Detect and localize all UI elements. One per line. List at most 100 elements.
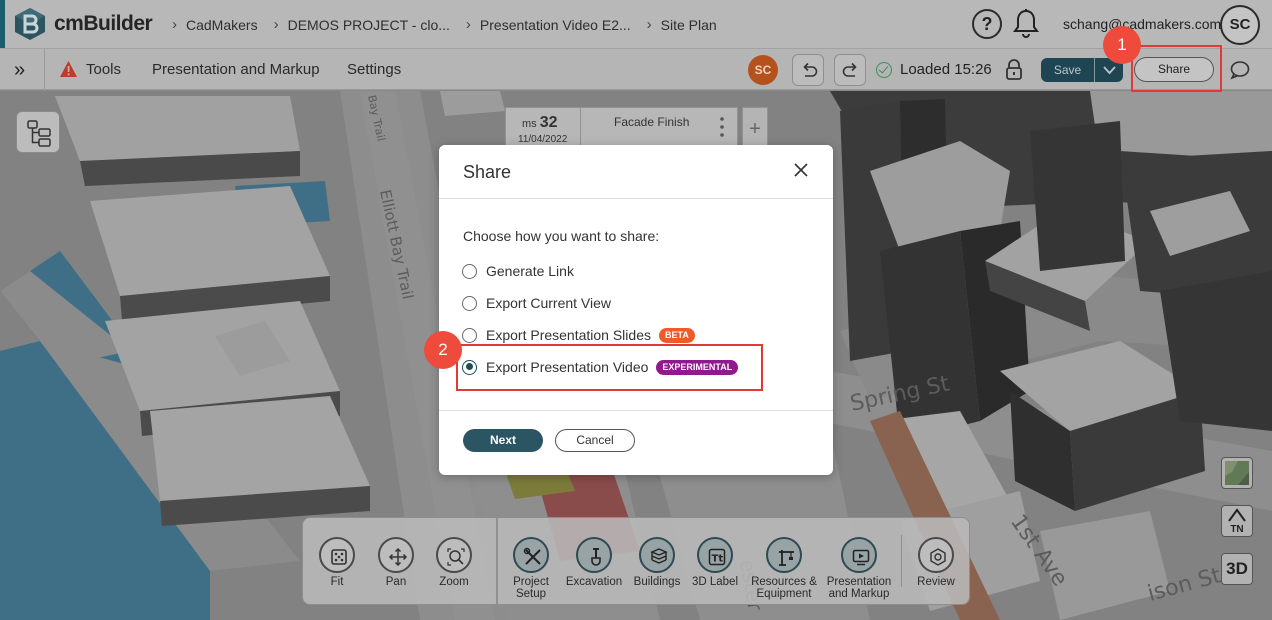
breadcrumb-item-model[interactable]: Presentation Video E2... — [480, 17, 631, 33]
breadcrumb: › CadMakers › DEMOS PROJECT - clo... › Pres… — [172, 16, 733, 33]
tool-pan[interactable]: Pan — [365, 518, 427, 588]
tool-review[interactable]: Review — [905, 518, 967, 588]
collaborator-avatar[interactable]: SC — [748, 55, 778, 85]
milestone-label: ms 32 — [522, 114, 558, 132]
option-generate-link-label: Generate Link — [486, 263, 574, 279]
tool-excavation-label: Excavation — [565, 576, 623, 588]
lock-icon[interactable] — [1002, 57, 1026, 83]
dialog-divider-top — [439, 198, 833, 199]
chevron-right-icon: › — [172, 16, 177, 33]
tool-buildings-label: Buildings — [633, 576, 681, 588]
tool-review-label: Review — [917, 576, 955, 588]
view-mode-3d-button[interactable]: 3D — [1221, 553, 1253, 585]
option-export-current-view[interactable]: Export Current View — [462, 293, 611, 313]
undo-button[interactable] — [792, 54, 824, 86]
building-stack-icon — [639, 537, 675, 573]
user-avatar[interactable]: SC — [1220, 5, 1260, 45]
crane-icon — [766, 537, 802, 573]
option-export-presentation-slides[interactable]: Export Presentation Slides BETA — [462, 325, 695, 345]
close-icon[interactable] — [791, 160, 811, 180]
milestone-prefix: ms — [522, 118, 537, 130]
radio-export-current-view[interactable] — [462, 295, 477, 311]
step-badge-2: 2 — [424, 331, 462, 369]
tool-zoom[interactable]: Zoom — [423, 518, 485, 588]
shovel-icon — [576, 537, 612, 573]
zoom-icon — [436, 537, 472, 573]
breadcrumb-item-current: Site Plan — [660, 16, 717, 33]
tool-resources-equipment-label: Resources & Equipment — [751, 576, 817, 600]
header-accent-bar — [0, 0, 5, 48]
svg-text:Tt: Tt — [712, 554, 724, 565]
cancel-button[interactable]: Cancel — [555, 429, 635, 452]
top-header: cmBuilder › CadMakers › DEMOS PROJECT - cl… — [0, 0, 1272, 48]
model-tree-button[interactable] — [16, 111, 60, 153]
hierarchy-icon — [27, 120, 51, 147]
menu-settings[interactable]: Settings — [347, 61, 401, 78]
check-circle-icon — [876, 62, 892, 78]
milestone-date: 11/04/2022 — [518, 134, 568, 145]
share-prompt: Choose how you want to share: — [463, 228, 660, 244]
tool-pan-label: Pan — [385, 576, 407, 588]
tool-3d-label-label: 3D Label — [691, 576, 739, 588]
presentation-screen-icon — [841, 537, 877, 573]
tool-buildings[interactable]: Buildings — [626, 518, 688, 588]
fit-icon — [319, 537, 355, 573]
tool-zoom-label: Zoom — [439, 576, 469, 588]
option-export-presentation-slides-label: Export Presentation Slides — [486, 327, 651, 343]
beta-badge: BETA — [658, 327, 695, 343]
undo-icon — [803, 62, 818, 77]
dock-divider — [496, 518, 498, 604]
pan-icon — [378, 537, 414, 573]
review-cube-icon — [918, 537, 954, 573]
menu-presentation-and-markup[interactable]: Presentation and Markup — [152, 61, 320, 78]
tool-project-setup[interactable]: Project Setup — [500, 518, 562, 600]
share-dialog: Share Choose how you want to share: Gene… — [439, 145, 833, 475]
share-button-highlight — [1131, 45, 1222, 92]
help-button[interactable]: ? — [972, 9, 1002, 39]
text-label-icon: Tt — [697, 537, 733, 573]
wrench-screwdriver-icon — [513, 537, 549, 573]
true-north-label: TN — [1230, 524, 1244, 535]
user-email: schang@cadmakers.com — [1063, 16, 1222, 32]
dock-divider-right — [901, 535, 902, 587]
redo-button[interactable] — [834, 54, 866, 86]
chat-bubble-icon[interactable] — [1229, 59, 1251, 81]
next-button[interactable]: Next — [463, 429, 543, 452]
cmbuilder-logo-icon[interactable] — [14, 7, 46, 41]
warning-icon — [60, 61, 77, 77]
basemap-toggle-button[interactable] — [1221, 457, 1253, 489]
dialog-title: Share — [463, 162, 512, 182]
milestone-number: 32 — [539, 114, 558, 131]
toolbar-divider — [44, 49, 45, 91]
breadcrumb-item-project[interactable]: DEMOS PROJECT - clo... — [288, 17, 450, 33]
tool-fit-label: Fit — [330, 576, 344, 588]
chevron-right-icon: › — [273, 16, 279, 33]
save-button-group: Save — [1041, 58, 1123, 82]
save-button[interactable]: Save — [1041, 58, 1095, 82]
tool-3d-label[interactable]: Tt 3D Label — [684, 518, 746, 588]
tool-fit[interactable]: Fit — [306, 518, 368, 588]
satellite-map-icon — [1225, 461, 1249, 485]
chevron-right-icon: › — [465, 16, 471, 33]
tool-excavation[interactable]: Excavation — [563, 518, 625, 588]
video-option-highlight — [456, 344, 763, 391]
step-badge-1: 1 — [1103, 26, 1141, 64]
true-north-button[interactable]: TN — [1221, 505, 1253, 537]
option-generate-link[interactable]: Generate Link — [462, 261, 574, 281]
double-chevron-right-icon[interactable]: » — [14, 59, 25, 82]
redo-icon — [842, 62, 857, 77]
menu-tools[interactable]: Tools — [86, 61, 121, 78]
option-export-current-view-label: Export Current View — [486, 295, 612, 311]
tool-presentation-markup-label: Presentation and Markup — [826, 576, 892, 600]
kebab-menu-icon[interactable] — [720, 116, 724, 138]
bell-icon[interactable] — [1012, 8, 1040, 40]
tool-dock: Fit Pan Zoom Project Setup Excavation Bu… — [302, 517, 970, 605]
load-status: Loaded 15:26 — [900, 61, 992, 78]
radio-generate-link[interactable] — [462, 263, 477, 279]
tool-presentation-markup[interactable]: Presentation and Markup — [821, 518, 897, 600]
breadcrumb-item-company[interactable]: CadMakers — [186, 17, 258, 33]
tool-project-setup-label: Project Setup — [513, 576, 549, 600]
tool-resources-equipment[interactable]: Resources & Equipment — [751, 518, 817, 600]
milestone-title: Facade Finish — [614, 115, 690, 129]
radio-export-presentation-slides[interactable] — [462, 327, 477, 343]
